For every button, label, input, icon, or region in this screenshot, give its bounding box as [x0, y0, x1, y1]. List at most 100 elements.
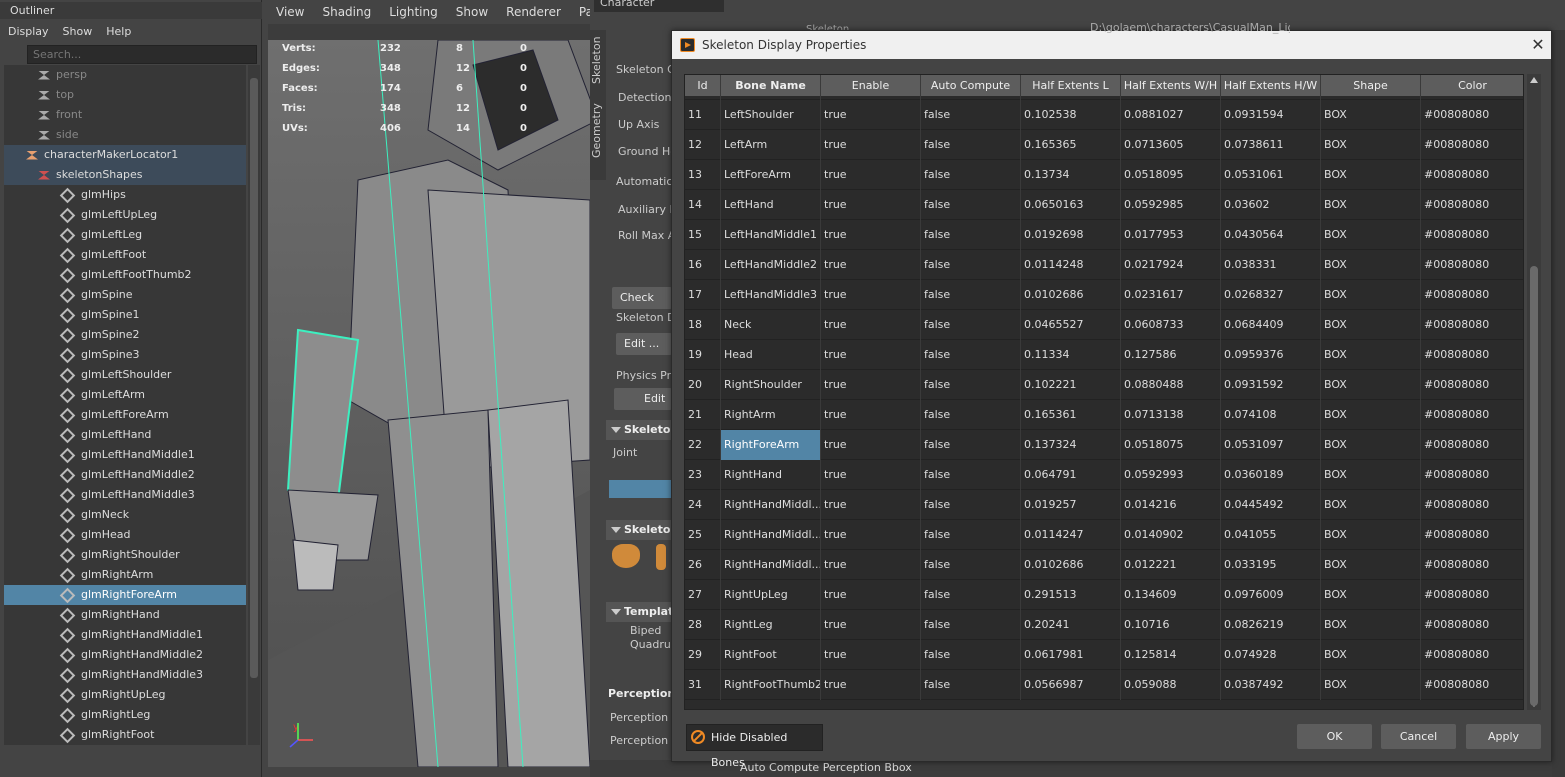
table-cell[interactable]: true: [821, 100, 921, 130]
table-cell[interactable]: #00808080: [1421, 160, 1523, 190]
table-cell[interactable]: 0.0826219: [1221, 610, 1321, 640]
table-cell[interactable]: #00808080: [1421, 250, 1523, 280]
outliner-item[interactable]: glmSpine: [4, 285, 246, 305]
table-cell[interactable]: true: [821, 550, 921, 580]
table-cell[interactable]: 0.102221: [1021, 370, 1121, 400]
table-cell[interactable]: BOX: [1321, 100, 1421, 130]
table-cell[interactable]: 0.0931594: [1221, 100, 1321, 130]
table-cell[interactable]: #00808080: [1421, 400, 1523, 430]
scroll-up-icon[interactable]: [1530, 77, 1538, 83]
table-cell[interactable]: RightHandMiddl...: [721, 520, 821, 550]
auto-compute-perception-button[interactable]: Auto Compute Perception Bbox: [740, 761, 912, 774]
outliner-item[interactable]: glmHips: [4, 185, 246, 205]
table-cell[interactable]: 28: [685, 610, 721, 640]
tab-skeleton[interactable]: Skeleton: [590, 30, 606, 90]
table-cell[interactable]: false: [921, 100, 1021, 130]
table-cell[interactable]: true: [821, 310, 921, 340]
table-cell[interactable]: false: [921, 460, 1021, 490]
table-cell[interactable]: 0.127586: [1121, 340, 1221, 370]
table-cell[interactable]: BOX: [1321, 490, 1421, 520]
column-header[interactable]: Half Extents L: [1021, 75, 1121, 96]
table-cell[interactable]: 0.20241: [1021, 610, 1121, 640]
table-cell[interactable]: RightHandMiddl...: [721, 550, 821, 580]
table-cell[interactable]: 0.137324: [1021, 430, 1121, 460]
table-cell[interactable]: false: [921, 490, 1021, 520]
table-cell[interactable]: false: [921, 190, 1021, 220]
table-cell[interactable]: 0.10716: [1121, 610, 1221, 640]
table-cell[interactable]: false: [921, 520, 1021, 550]
table-cell[interactable]: BOX: [1321, 370, 1421, 400]
column-header[interactable]: Shape: [1321, 75, 1421, 96]
table-row[interactable]: 25 RightHandMiddl... true false 0.0114247 0.0…: [685, 520, 1523, 550]
viewport-menu-item[interactable]: Show: [456, 5, 488, 19]
table-cell[interactable]: #00808080: [1421, 220, 1523, 250]
table-cell[interactable]: 0.014216: [1121, 490, 1221, 520]
column-header[interactable]: Half Extents H/W: [1221, 75, 1321, 96]
table-cell[interactable]: 25: [685, 520, 721, 550]
column-header[interactable]: Enable: [821, 75, 921, 96]
table-cell[interactable]: 0.0177953: [1121, 220, 1221, 250]
table-cell[interactable]: BOX: [1321, 430, 1421, 460]
table-cell[interactable]: false: [921, 580, 1021, 610]
outliner-item[interactable]: glmSpine1: [4, 305, 246, 325]
table-cell[interactable]: 19: [685, 340, 721, 370]
table-cell[interactable]: false: [921, 610, 1021, 640]
table-cell[interactable]: BOX: [1321, 520, 1421, 550]
table-cell[interactable]: 0.0931592: [1221, 370, 1321, 400]
table-cell[interactable]: RightShoulder: [721, 370, 821, 400]
outliner-item[interactable]: glmRightHandMiddle2: [4, 645, 246, 665]
outliner-scroll-thumb[interactable]: [250, 78, 258, 678]
table-cell[interactable]: true: [821, 580, 921, 610]
table-cell[interactable]: 0.0465527: [1021, 310, 1121, 340]
outliner-item[interactable]: glmLeftHand: [4, 425, 246, 445]
table-cell[interactable]: 0.0192698: [1021, 220, 1121, 250]
table-cell[interactable]: 11: [685, 100, 721, 130]
menu-help[interactable]: Help: [106, 25, 131, 38]
table-cell[interactable]: LeftForeArm: [721, 160, 821, 190]
table-cell[interactable]: 17: [685, 280, 721, 310]
table-cell[interactable]: #00808080: [1421, 370, 1523, 400]
table-cell[interactable]: 0.0713605: [1121, 130, 1221, 160]
pelvis-icon[interactable]: [612, 544, 640, 568]
table-row[interactable]: 11 LeftShoulder true false 0.102538 0.0881027…: [685, 100, 1523, 130]
close-icon[interactable]: ✕: [1528, 33, 1548, 57]
table-cell[interactable]: true: [821, 250, 921, 280]
table-cell[interactable]: 14: [685, 190, 721, 220]
outliner-item[interactable]: glmRightArm: [4, 565, 246, 585]
column-header[interactable]: Id: [685, 75, 721, 96]
table-cell[interactable]: 0.134609: [1121, 580, 1221, 610]
table-cell[interactable]: BOX: [1321, 310, 1421, 340]
table-row[interactable]: 12 LeftArm true false 0.165365 0.0713605 0.073…: [685, 130, 1523, 160]
outliner-item[interactable]: glmRightHand: [4, 605, 246, 625]
edit-skeleton-display-button[interactable]: Edit ...: [616, 333, 672, 355]
table-cell[interactable]: 0.0566987: [1021, 670, 1121, 700]
viewport-3d[interactable]: y: [268, 40, 590, 767]
table-cell[interactable]: #00808080: [1421, 280, 1523, 310]
table-cell[interactable]: true: [821, 190, 921, 220]
table-cell[interactable]: 0.0684409: [1221, 310, 1321, 340]
table-cell[interactable]: 0.0738611: [1221, 130, 1321, 160]
outliner-item[interactable]: glmLeftHandMiddle3: [4, 485, 246, 505]
table-cell[interactable]: #00808080: [1421, 100, 1523, 130]
table-cell[interactable]: BOX: [1321, 250, 1421, 280]
joint-selected-row[interactable]: [609, 480, 672, 498]
outliner-item[interactable]: glmSpine3: [4, 345, 246, 365]
table-cell[interactable]: false: [921, 640, 1021, 670]
table-cell[interactable]: BOX: [1321, 400, 1421, 430]
viewport-menu-item[interactable]: Lighting: [389, 5, 438, 19]
outliner-item[interactable]: side: [4, 125, 246, 145]
table-cell[interactable]: false: [921, 430, 1021, 460]
table-cell[interactable]: 0.0608733: [1121, 310, 1221, 340]
table-cell[interactable]: BOX: [1321, 160, 1421, 190]
table-row[interactable]: 13 LeftForeArm true false 0.13734 0.0518095 0.…: [685, 160, 1523, 190]
outliner-item[interactable]: glmSpine2: [4, 325, 246, 345]
outliner-item[interactable]: glmLeftLeg: [4, 225, 246, 245]
outliner-item[interactable]: glmRightUpLeg: [4, 685, 246, 705]
table-cell[interactable]: 0.0217924: [1121, 250, 1221, 280]
outliner-item[interactable]: glmRightShoulder: [4, 545, 246, 565]
table-cell[interactable]: RightUpLeg: [721, 580, 821, 610]
hide-disabled-bones-button[interactable]: Hide Disabled Bones: [686, 724, 823, 769]
table-cell[interactable]: LeftHandMiddle2: [721, 250, 821, 280]
table-cell[interactable]: 0.0880488: [1121, 370, 1221, 400]
table-cell[interactable]: 0.0976009: [1221, 580, 1321, 610]
